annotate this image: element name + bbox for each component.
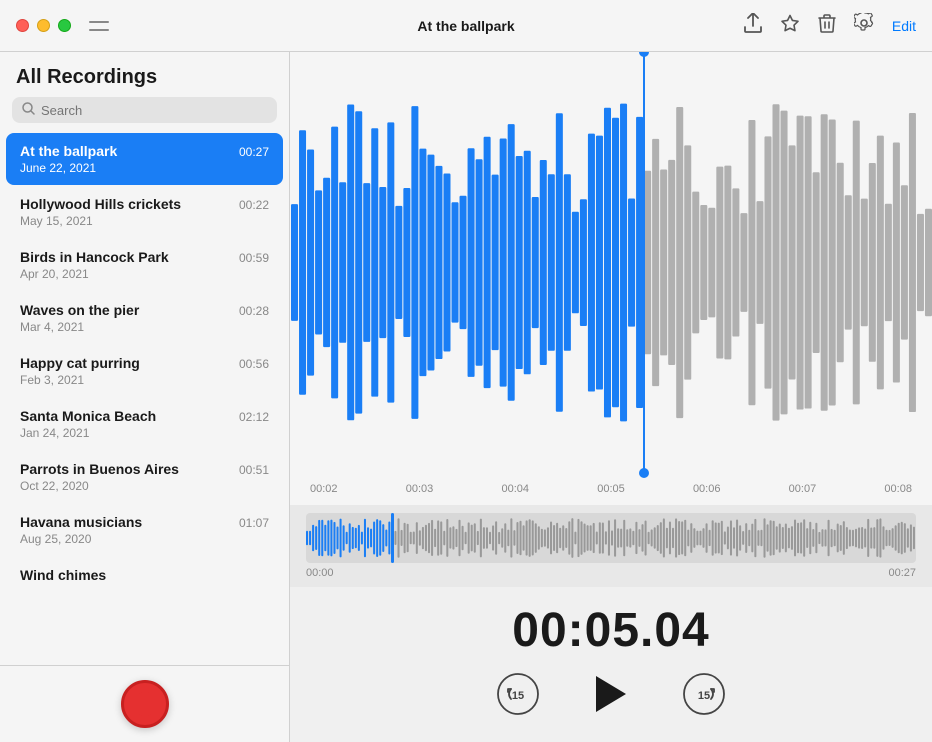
traffic-lights [16,19,71,32]
recording-date: Oct 22, 2020 [20,479,269,493]
title-bar-left [16,18,109,34]
recording-duration: 02:12 [239,410,269,424]
recording-date: June 22, 2021 [20,161,269,175]
recording-duration: 01:07 [239,516,269,530]
recording-item[interactable]: Parrots in Buenos Aires 00:51 Oct 22, 20… [6,451,283,503]
time-label: 00:03 [406,483,434,495]
maximize-button[interactable] [58,19,71,32]
time-label: 00:06 [693,483,721,495]
waveform-canvas [290,52,932,473]
recording-item-top: Birds in Hancock Park 00:59 [20,249,269,265]
recording-title: Happy cat purring [20,355,140,371]
time-labels: 00:02 00:03 00:04 00:05 00:06 00:07 00:08 [290,483,932,495]
toolbar-actions: Edit [744,13,916,38]
record-button-inner [133,692,157,716]
time-axis: 00:02 00:03 00:04 00:05 00:06 00:07 00:08 [290,473,932,505]
search-icon [22,102,35,118]
recording-duration: 00:59 [239,251,269,265]
recording-item[interactable]: Hollywood Hills crickets 00:22 May 15, 2… [6,186,283,238]
skip-forward-button[interactable]: 15 [683,673,725,715]
recording-date: Aug 25, 2020 [20,532,269,546]
settings-icon[interactable] [854,13,874,38]
recording-item-top: Hollywood Hills crickets 00:22 [20,196,269,212]
share-icon[interactable] [744,13,762,38]
search-bar[interactable] [12,97,277,123]
time-label: 00:08 [884,483,912,495]
recording-title: Birds in Hancock Park [20,249,169,265]
recording-item-top: Wind chimes [20,567,269,583]
sidebar: All Recordings At the ballpark 00:27 Jun… [0,52,290,742]
favorite-icon[interactable] [780,14,800,38]
search-input[interactable] [41,103,267,118]
scrubber-labels: 00:00 00:27 [306,563,916,583]
playback-time: 00:05.04 [290,587,932,670]
recording-date: Feb 3, 2021 [20,373,269,387]
recording-date: Mar 4, 2021 [20,320,269,334]
time-label: 00:02 [310,483,338,495]
recording-item[interactable]: Havana musicians 01:07 Aug 25, 2020 [6,504,283,556]
recording-duration: 00:27 [239,145,269,159]
play-button[interactable] [587,670,635,718]
waveform-svg [290,52,932,473]
recording-title: Waves on the pier [20,302,139,318]
recording-title: Hollywood Hills crickets [20,196,181,212]
sidebar-heading: All Recordings [0,52,289,97]
scrubber-svg [306,513,916,563]
recordings-list: At the ballpark 00:27 June 22, 2021 Holl… [0,133,289,665]
recording-duration: 00:22 [239,198,269,212]
svg-text:15: 15 [512,690,524,702]
recording-duration: 00:56 [239,357,269,371]
scrubber-end-label: 00:27 [888,567,916,579]
recording-item[interactable]: Santa Monica Beach 02:12 Jan 24, 2021 [6,398,283,450]
recording-item-top: At the ballpark 00:27 [20,143,269,159]
recording-item[interactable]: Happy cat purring 00:56 Feb 3, 2021 [6,345,283,397]
recording-title: Wind chimes [20,567,106,583]
minimize-button[interactable] [37,19,50,32]
recording-title: Havana musicians [20,514,142,530]
recording-item-top: Havana musicians 01:07 [20,514,269,530]
recording-title: Parrots in Buenos Aires [20,461,179,477]
recording-item-top: Parrots in Buenos Aires 00:51 [20,461,269,477]
time-label: 00:05 [597,483,625,495]
recording-item[interactable]: Wind chimes [6,557,283,593]
recording-item[interactable]: At the ballpark 00:27 June 22, 2021 [6,133,283,185]
recording-duration: 00:51 [239,463,269,477]
right-panel: 00:02 00:03 00:04 00:05 00:06 00:07 00:08 00:0… [290,52,932,742]
sidebar-footer [0,665,289,742]
edit-button[interactable]: Edit [892,18,916,34]
playback-controls: 15 15 [290,670,932,742]
recording-date: May 15, 2021 [20,214,269,228]
window-title: At the ballpark [417,18,514,34]
scrubber-start-label: 00:00 [306,567,334,579]
scrubber-playhead[interactable] [391,513,394,563]
record-button[interactable] [121,680,169,728]
main-content: All Recordings At the ballpark 00:27 Jun… [0,52,932,742]
recording-duration: 00:28 [239,304,269,318]
recording-date: Apr 20, 2021 [20,267,269,281]
waveform-area[interactable]: 00:02 00:03 00:04 00:05 00:06 00:07 00:08 [290,52,932,505]
close-button[interactable] [16,19,29,32]
skip-back-button[interactable]: 15 [497,673,539,715]
scrubber-area[interactable]: 00:00 00:27 [290,505,932,587]
delete-icon[interactable] [818,13,836,38]
recording-item[interactable]: Waves on the pier 00:28 Mar 4, 2021 [6,292,283,344]
recording-item-top: Happy cat purring 00:56 [20,355,269,371]
title-bar: At the ballpark Edit [0,0,932,52]
sidebar-toggle-button[interactable] [89,18,109,34]
recording-title: Santa Monica Beach [20,408,156,424]
time-label: 00:04 [501,483,529,495]
recording-item-top: Waves on the pier 00:28 [20,302,269,318]
recording-item[interactable]: Birds in Hancock Park 00:59 Apr 20, 2021 [6,239,283,291]
svg-text:15: 15 [698,690,710,702]
scrubber-waveform[interactable] [306,513,916,563]
time-label: 00:07 [789,483,817,495]
recording-title: At the ballpark [20,143,117,159]
recording-date: Jan 24, 2021 [20,426,269,440]
recording-item-top: Santa Monica Beach 02:12 [20,408,269,424]
